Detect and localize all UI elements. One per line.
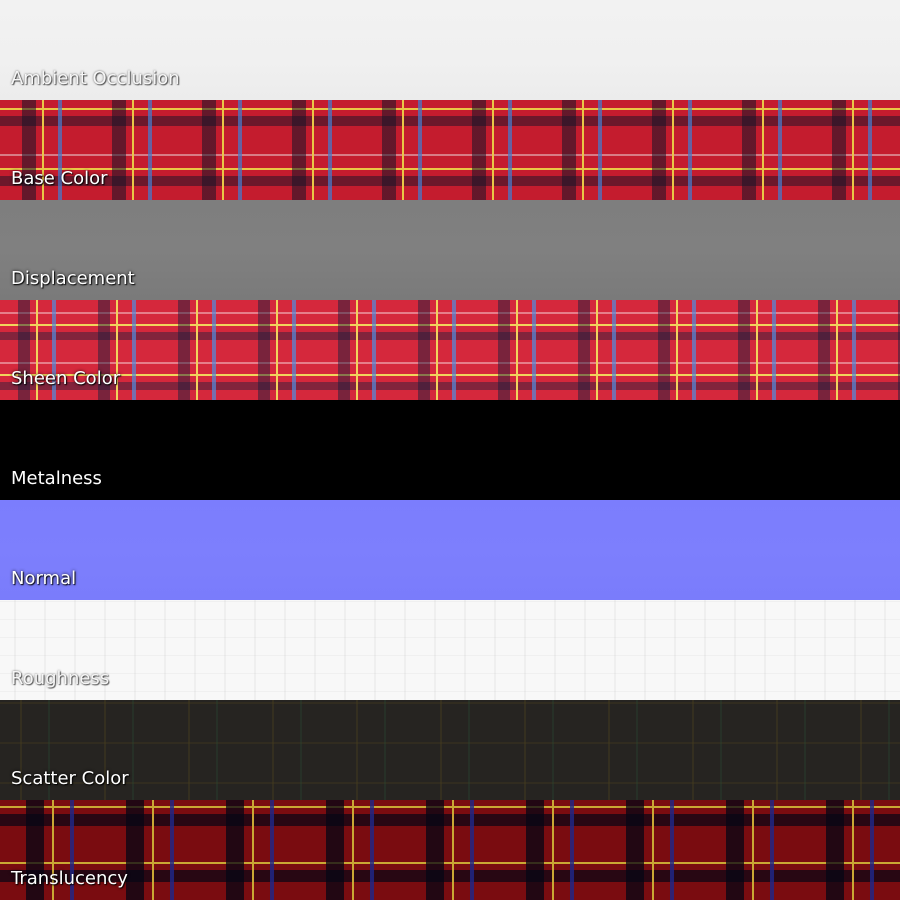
map-label-roughness: Roughness — [11, 668, 110, 689]
map-strip-translucency: Translucency — [0, 800, 900, 900]
map-strip-normal: Normal — [0, 500, 900, 600]
map-strip-sheen-color: Sheen Color — [0, 300, 900, 400]
map-label-scatter-color: Scatter Color — [11, 768, 129, 789]
map-strip-ambient-occlusion: Ambient Occlusion — [0, 0, 900, 100]
map-label-ambient-occlusion: Ambient Occlusion — [11, 68, 180, 89]
map-label-normal: Normal — [11, 568, 77, 589]
map-strip-base-color: Base Color — [0, 100, 900, 200]
map-label-translucency: Translucency — [11, 868, 128, 889]
map-label-displacement: Displacement — [11, 268, 135, 289]
map-label-base-color: Base Color — [11, 168, 108, 189]
map-strip-metalness: Metalness — [0, 400, 900, 500]
map-label-metalness: Metalness — [11, 468, 102, 489]
map-strip-roughness: Roughness — [0, 600, 900, 700]
texture-map-stack: Ambient Occlusion Base Color Displacemen… — [0, 0, 900, 900]
map-strip-scatter-color: Scatter Color — [0, 700, 900, 800]
map-label-sheen-color: Sheen Color — [11, 368, 121, 389]
map-strip-displacement: Displacement — [0, 200, 900, 300]
